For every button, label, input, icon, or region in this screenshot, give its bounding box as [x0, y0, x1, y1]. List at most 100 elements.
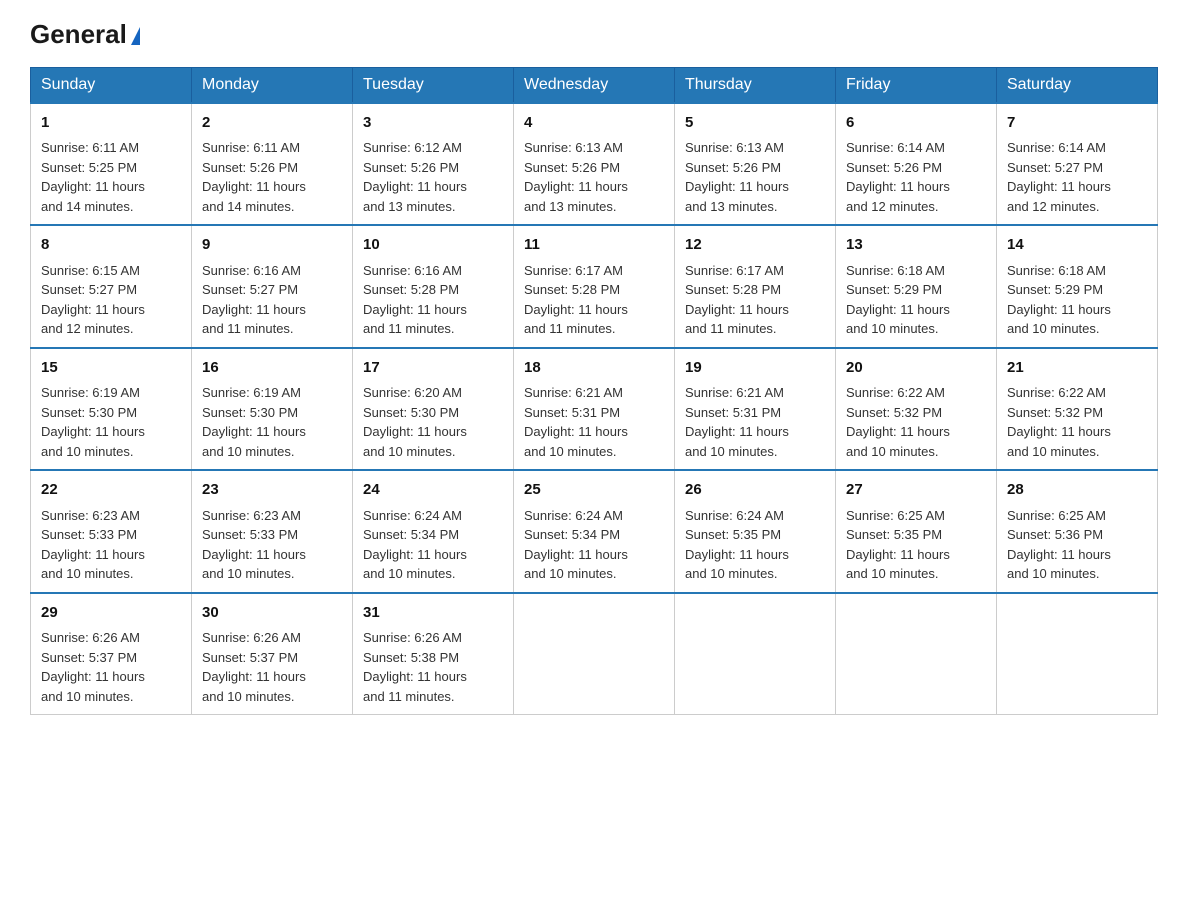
weekday-header-thursday: Thursday — [675, 67, 836, 103]
sunrise-text-14: Sunrise: 6:18 AM — [1007, 261, 1147, 281]
sunrise-text-29: Sunrise: 6:26 AM — [41, 628, 181, 648]
sunrise-text-18: Sunrise: 6:21 AM — [524, 383, 664, 403]
day-cell-27: 27Sunrise: 6:25 AMSunset: 5:35 PMDayligh… — [836, 470, 997, 593]
daylight-hours-2: Daylight: 11 hours — [202, 177, 342, 197]
daylight-hours-20: Daylight: 11 hours — [846, 422, 986, 442]
day-number-24: 24 — [363, 479, 503, 502]
daylight-hours-9: Daylight: 11 hours — [202, 300, 342, 320]
empty-cell — [675, 593, 836, 715]
daylight-minutes-15: and 10 minutes. — [41, 442, 181, 462]
sunrise-text-9: Sunrise: 6:16 AM — [202, 261, 342, 281]
daylight-hours-23: Daylight: 11 hours — [202, 545, 342, 565]
day-cell-23: 23Sunrise: 6:23 AMSunset: 5:33 PMDayligh… — [192, 470, 353, 593]
daylight-minutes-16: and 10 minutes. — [202, 442, 342, 462]
daylight-minutes-24: and 10 minutes. — [363, 564, 503, 584]
sunset-text-27: Sunset: 5:35 PM — [846, 525, 986, 545]
day-number-22: 22 — [41, 479, 181, 502]
daylight-minutes-10: and 11 minutes. — [363, 319, 503, 339]
sunset-text-11: Sunset: 5:28 PM — [524, 280, 664, 300]
day-cell-3: 3Sunrise: 6:12 AMSunset: 5:26 PMDaylight… — [353, 103, 514, 226]
daylight-hours-3: Daylight: 11 hours — [363, 177, 503, 197]
weekday-header-row: SundayMondayTuesdayWednesdayThursdayFrid… — [31, 67, 1158, 103]
daylight-minutes-31: and 11 minutes. — [363, 687, 503, 707]
day-cell-10: 10Sunrise: 6:16 AMSunset: 5:28 PMDayligh… — [353, 225, 514, 348]
weekday-header-tuesday: Tuesday — [353, 67, 514, 103]
empty-cell — [997, 593, 1158, 715]
sunrise-text-17: Sunrise: 6:20 AM — [363, 383, 503, 403]
day-number-16: 16 — [202, 357, 342, 380]
daylight-hours-8: Daylight: 11 hours — [41, 300, 181, 320]
sunset-text-6: Sunset: 5:26 PM — [846, 158, 986, 178]
weekday-header-saturday: Saturday — [997, 67, 1158, 103]
weekday-header-friday: Friday — [836, 67, 997, 103]
daylight-minutes-2: and 14 minutes. — [202, 197, 342, 217]
daylight-minutes-3: and 13 minutes. — [363, 197, 503, 217]
day-cell-7: 7Sunrise: 6:14 AMSunset: 5:27 PMDaylight… — [997, 103, 1158, 226]
page-header: General — [30, 20, 1158, 49]
sunset-text-12: Sunset: 5:28 PM — [685, 280, 825, 300]
sunset-text-21: Sunset: 5:32 PM — [1007, 403, 1147, 423]
day-cell-21: 21Sunrise: 6:22 AMSunset: 5:32 PMDayligh… — [997, 348, 1158, 471]
sunrise-text-5: Sunrise: 6:13 AM — [685, 138, 825, 158]
sunrise-text-3: Sunrise: 6:12 AM — [363, 138, 503, 158]
daylight-minutes-28: and 10 minutes. — [1007, 564, 1147, 584]
daylight-minutes-20: and 10 minutes. — [846, 442, 986, 462]
daylight-minutes-26: and 10 minutes. — [685, 564, 825, 584]
day-number-18: 18 — [524, 357, 664, 380]
sunrise-text-2: Sunrise: 6:11 AM — [202, 138, 342, 158]
sunrise-text-31: Sunrise: 6:26 AM — [363, 628, 503, 648]
daylight-minutes-9: and 11 minutes. — [202, 319, 342, 339]
daylight-minutes-22: and 10 minutes. — [41, 564, 181, 584]
day-cell-15: 15Sunrise: 6:19 AMSunset: 5:30 PMDayligh… — [31, 348, 192, 471]
logo: General — [30, 20, 140, 49]
daylight-hours-21: Daylight: 11 hours — [1007, 422, 1147, 442]
day-number-28: 28 — [1007, 479, 1147, 502]
day-number-6: 6 — [846, 112, 986, 135]
sunset-text-1: Sunset: 5:25 PM — [41, 158, 181, 178]
sunrise-text-12: Sunrise: 6:17 AM — [685, 261, 825, 281]
sunrise-text-20: Sunrise: 6:22 AM — [846, 383, 986, 403]
daylight-minutes-14: and 10 minutes. — [1007, 319, 1147, 339]
daylight-hours-29: Daylight: 11 hours — [41, 667, 181, 687]
day-cell-26: 26Sunrise: 6:24 AMSunset: 5:35 PMDayligh… — [675, 470, 836, 593]
daylight-hours-18: Daylight: 11 hours — [524, 422, 664, 442]
sunset-text-4: Sunset: 5:26 PM — [524, 158, 664, 178]
sunrise-text-26: Sunrise: 6:24 AM — [685, 506, 825, 526]
daylight-hours-27: Daylight: 11 hours — [846, 545, 986, 565]
daylight-hours-15: Daylight: 11 hours — [41, 422, 181, 442]
empty-cell — [836, 593, 997, 715]
daylight-minutes-7: and 12 minutes. — [1007, 197, 1147, 217]
day-cell-4: 4Sunrise: 6:13 AMSunset: 5:26 PMDaylight… — [514, 103, 675, 226]
day-number-5: 5 — [685, 112, 825, 135]
daylight-minutes-30: and 10 minutes. — [202, 687, 342, 707]
sunset-text-10: Sunset: 5:28 PM — [363, 280, 503, 300]
sunrise-text-24: Sunrise: 6:24 AM — [363, 506, 503, 526]
day-number-3: 3 — [363, 112, 503, 135]
daylight-minutes-23: and 10 minutes. — [202, 564, 342, 584]
daylight-hours-16: Daylight: 11 hours — [202, 422, 342, 442]
sunset-text-30: Sunset: 5:37 PM — [202, 648, 342, 668]
weekday-header-sunday: Sunday — [31, 67, 192, 103]
day-cell-29: 29Sunrise: 6:26 AMSunset: 5:37 PMDayligh… — [31, 593, 192, 715]
day-number-11: 11 — [524, 234, 664, 257]
day-cell-16: 16Sunrise: 6:19 AMSunset: 5:30 PMDayligh… — [192, 348, 353, 471]
day-cell-8: 8Sunrise: 6:15 AMSunset: 5:27 PMDaylight… — [31, 225, 192, 348]
day-cell-12: 12Sunrise: 6:17 AMSunset: 5:28 PMDayligh… — [675, 225, 836, 348]
day-number-26: 26 — [685, 479, 825, 502]
sunset-text-16: Sunset: 5:30 PM — [202, 403, 342, 423]
sunset-text-2: Sunset: 5:26 PM — [202, 158, 342, 178]
logo-triangle-icon — [131, 27, 140, 45]
sunset-text-17: Sunset: 5:30 PM — [363, 403, 503, 423]
sunset-text-14: Sunset: 5:29 PM — [1007, 280, 1147, 300]
day-cell-25: 25Sunrise: 6:24 AMSunset: 5:34 PMDayligh… — [514, 470, 675, 593]
sunset-text-26: Sunset: 5:35 PM — [685, 525, 825, 545]
day-cell-20: 20Sunrise: 6:22 AMSunset: 5:32 PMDayligh… — [836, 348, 997, 471]
sunset-text-9: Sunset: 5:27 PM — [202, 280, 342, 300]
day-number-2: 2 — [202, 112, 342, 135]
sunset-text-8: Sunset: 5:27 PM — [41, 280, 181, 300]
daylight-hours-5: Daylight: 11 hours — [685, 177, 825, 197]
sunset-text-13: Sunset: 5:29 PM — [846, 280, 986, 300]
day-cell-11: 11Sunrise: 6:17 AMSunset: 5:28 PMDayligh… — [514, 225, 675, 348]
day-number-14: 14 — [1007, 234, 1147, 257]
day-number-13: 13 — [846, 234, 986, 257]
